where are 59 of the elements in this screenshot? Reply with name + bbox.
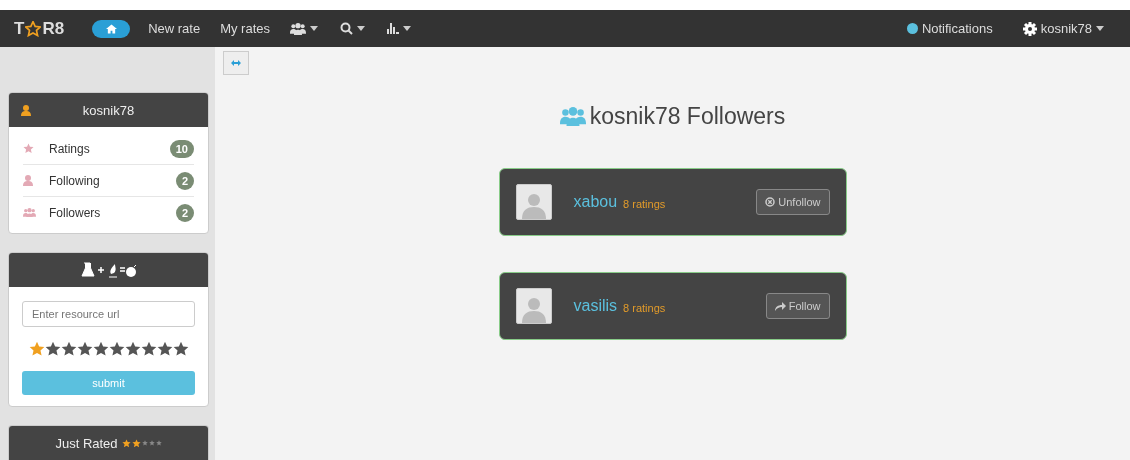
share-arrow-icon: [774, 301, 786, 311]
users-icon: [290, 22, 306, 35]
logo[interactable]: T R8: [14, 18, 65, 39]
profile-link[interactable]: Following 2: [23, 165, 194, 197]
rating-star: [28, 341, 45, 358]
profile-link[interactable]: Followers 2: [23, 197, 194, 228]
caret-icon: [310, 26, 318, 31]
caret-icon: [1096, 26, 1104, 31]
nav-link[interactable]: New rate: [148, 21, 201, 36]
rating-star: [76, 341, 93, 358]
rating-star: [140, 341, 157, 358]
rating-star: [92, 341, 109, 358]
count-badge: 10: [169, 139, 194, 158]
ratings-count: 8 ratings: [623, 197, 667, 210]
formula-drawing: [80, 262, 137, 279]
follower-name[interactable]: vasilis: [573, 297, 618, 315]
users-icon: [559, 106, 586, 127]
follower-name[interactable]: xabou: [573, 193, 618, 211]
user-menu[interactable]: kosnik78: [1022, 21, 1104, 36]
unfollow-button[interactable]: Unfollow: [756, 189, 830, 215]
count-badge: 2: [175, 203, 194, 222]
rating-star: [108, 341, 125, 358]
resize-arrows-icon: [231, 60, 241, 66]
search-menu[interactable]: [340, 22, 365, 35]
sidebar-toggle[interactable]: [223, 51, 249, 75]
caret-icon: [357, 26, 365, 31]
star-outline-icon: [25, 20, 42, 37]
user-icon: [21, 105, 31, 116]
profile-name: kosnik78: [82, 102, 135, 118]
chart-menu[interactable]: [387, 23, 411, 34]
users-menu[interactable]: [290, 22, 318, 35]
users-icon: [23, 207, 36, 218]
search-icon: [340, 22, 353, 35]
gear-icon: [1022, 21, 1037, 36]
rating-star: [124, 341, 141, 358]
count-badge: 2: [175, 171, 194, 190]
ratings-count: 8 ratings: [623, 301, 667, 314]
small-star: [131, 438, 141, 448]
caret-icon: [403, 26, 411, 31]
rating-star: [44, 341, 61, 358]
home-icon: [105, 23, 117, 34]
notifications-link[interactable]: Notifications: [906, 21, 993, 36]
rating-star: [60, 341, 77, 358]
avatar-icon: [515, 288, 552, 324]
profile-link[interactable]: Ratings 10: [23, 133, 194, 165]
home-button[interactable]: [92, 19, 131, 38]
url-input[interactable]: Enter resource url: [22, 301, 195, 328]
user-icon: [23, 175, 33, 186]
follow-button[interactable]: Follow: [765, 293, 830, 319]
panel-title: Just Rated: [55, 435, 118, 451]
nav-link[interactable]: My rates: [220, 21, 270, 36]
star-icon: [23, 143, 34, 154]
page-title: kosnik78 Followers: [589, 103, 786, 130]
small-star: [121, 438, 131, 448]
avatar-icon: [515, 184, 552, 220]
rating-star: [156, 341, 173, 358]
bar-chart-icon: [387, 23, 399, 34]
close-circle-icon: [765, 197, 776, 207]
rating-star: [172, 341, 189, 358]
